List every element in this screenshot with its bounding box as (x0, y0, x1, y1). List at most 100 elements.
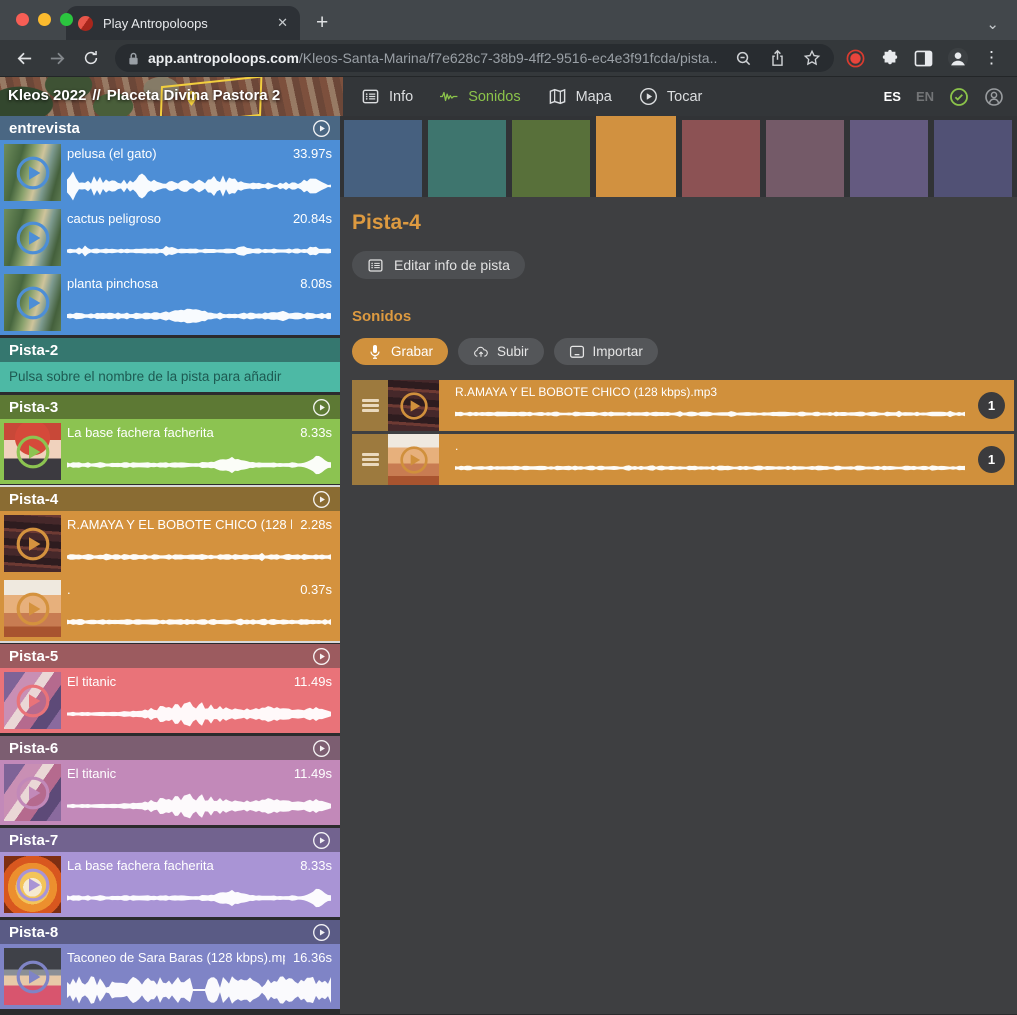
sound-waveform[interactable] (67, 975, 332, 1005)
nav-info[interactable]: Info (361, 87, 413, 106)
track-color-tab-4[interactable] (596, 116, 676, 197)
profile-avatar[interactable] (944, 47, 971, 69)
sound-thumbnail[interactable] (388, 380, 439, 431)
sound-body[interactable]: R.AMAYA Y EL BOBOTE CHICO (128 kbps).mp3… (439, 380, 1014, 431)
panel-sound-row[interactable]: .1 (352, 434, 1014, 485)
sound-waveform[interactable] (455, 456, 966, 480)
sound-item[interactable]: Taconeo de Sara Baras (128 kbps).mp316.3… (0, 944, 340, 1009)
track-color-tab-1[interactable] (344, 120, 422, 197)
browser-tab[interactable]: Play Antropoloops ✕ (66, 6, 300, 40)
sound-waveform[interactable] (67, 883, 332, 913)
sound-waveform[interactable] (67, 171, 332, 201)
sound-thumbnail[interactable] (4, 948, 61, 1005)
track-color-tab-7[interactable] (850, 120, 928, 197)
nav-mapa[interactable]: Mapa (548, 87, 612, 106)
back-button[interactable] (8, 49, 41, 68)
extensions-puzzle-icon[interactable] (876, 49, 903, 67)
window-zoom-button[interactable] (60, 13, 73, 26)
window-close-button[interactable] (16, 13, 29, 26)
grabar-button[interactable]: Grabar (352, 338, 448, 365)
play-overlay-icon (4, 764, 61, 821)
side-panel-icon[interactable] (910, 50, 937, 67)
sound-item[interactable]: La base fachera facherita8.33s (0, 419, 340, 484)
sound-thumbnail[interactable] (4, 856, 61, 913)
nav-tocar[interactable]: Tocar (639, 87, 702, 106)
zoom-out-icon[interactable] (735, 50, 752, 67)
sound-item[interactable]: cactus peligroso20.84s (0, 205, 340, 270)
sound-item[interactable]: planta pinchosa8.08s (0, 270, 340, 335)
track-header-pista-6[interactable]: Pista-6 (0, 736, 340, 760)
play-track-button[interactable] (312, 831, 331, 850)
tab-search-chevron-icon[interactable]: ⌄ (986, 15, 999, 33)
sound-thumbnail[interactable] (4, 515, 61, 572)
play-track-button[interactable] (312, 490, 331, 509)
drag-handle[interactable] (352, 434, 388, 485)
forward-button[interactable] (41, 49, 74, 68)
track-color-tab-2[interactable] (428, 120, 506, 197)
sound-thumbnail[interactable] (4, 764, 61, 821)
sound-waveform[interactable] (455, 402, 966, 426)
play-track-button[interactable] (312, 647, 331, 666)
browser-menu-icon[interactable]: ⋮ (978, 48, 1005, 68)
sound-info: planta pinchosa8.08s (67, 270, 332, 335)
sound-waveform[interactable] (67, 542, 332, 572)
sound-waveform[interactable] (67, 699, 332, 729)
track-color-tab-5[interactable] (682, 120, 760, 197)
track-color-tab-8[interactable] (934, 120, 1012, 197)
sound-thumbnail[interactable] (4, 209, 61, 266)
bookmark-star-icon[interactable] (803, 49, 821, 67)
sound-title: planta pinchosa (67, 276, 158, 291)
track-header-pista-7[interactable]: Pista-7 (0, 828, 340, 852)
sound-thumbnail[interactable] (4, 144, 61, 201)
sound-thumbnail[interactable] (4, 274, 61, 331)
track-header-pista-8[interactable]: Pista-8 (0, 920, 340, 944)
new-tab-button[interactable]: + (316, 12, 328, 33)
play-track-button[interactable] (312, 119, 331, 138)
sound-item[interactable]: .0.37s (0, 576, 340, 641)
sound-duration: 20.84s (293, 211, 332, 226)
account-icon[interactable] (984, 87, 1004, 107)
sound-item[interactable]: pelusa (el gato)33.97s (0, 140, 340, 205)
sound-thumbnail[interactable] (4, 672, 61, 729)
sound-item[interactable]: R.AMAYA Y EL BOBOTE CHICO (128 kbps)....… (0, 511, 340, 576)
sound-waveform[interactable] (67, 301, 332, 331)
track-color-tab-6[interactable] (766, 120, 844, 197)
sound-waveform[interactable] (67, 607, 332, 637)
lang-es-button[interactable]: ES (884, 89, 901, 104)
track-header-pista-3[interactable]: Pista-3 (0, 395, 340, 419)
importar-button[interactable]: Importar (554, 338, 658, 365)
sound-thumbnail[interactable] (4, 423, 61, 480)
sound-waveform[interactable] (67, 450, 332, 480)
play-track-button[interactable] (312, 739, 331, 758)
subir-button[interactable]: Subir (458, 338, 544, 365)
track-header-entrevista[interactable]: entrevista (0, 116, 340, 140)
drag-handle[interactable] (352, 380, 388, 431)
reload-button[interactable] (74, 49, 107, 67)
sound-item[interactable]: El titanic11.49s (0, 760, 340, 825)
record-indicator-icon[interactable] (842, 49, 869, 68)
sound-waveform[interactable] (67, 791, 332, 821)
edit-track-info-button[interactable]: Editar info de pista (352, 251, 525, 279)
nav-sonidos[interactable]: Sonidos (440, 87, 520, 106)
sound-item[interactable]: La base fachera facherita8.33s (0, 852, 340, 917)
sound-item[interactable]: El titanic11.49s (0, 668, 340, 733)
address-bar[interactable]: app.antropoloops.com/Kleos-Santa-Marina/… (115, 44, 834, 72)
project-banner[interactable]: Kleos 2022//Placeta Divina Pastora 2 (0, 77, 343, 116)
sound-waveform[interactable] (67, 236, 332, 266)
tab-close-icon[interactable]: ✕ (269, 15, 288, 31)
sound-thumbnail[interactable] (388, 434, 439, 485)
track-header-pista-5[interactable]: Pista-5 (0, 644, 340, 668)
sound-thumbnail[interactable] (4, 580, 61, 637)
track-header-pista-4[interactable]: Pista-4 (0, 487, 340, 511)
share-icon[interactable] (770, 49, 785, 67)
panel-sound-row[interactable]: R.AMAYA Y EL BOBOTE CHICO (128 kbps).mp3… (352, 380, 1014, 431)
play-track-button[interactable] (312, 398, 331, 417)
track-header-pista-2[interactable]: Pista-2 (0, 338, 340, 362)
window-minimize-button[interactable] (38, 13, 51, 26)
sound-title: . (67, 582, 71, 597)
play-track-button[interactable] (312, 923, 331, 942)
track-color-tab-3[interactable] (512, 120, 590, 197)
sound-body[interactable]: .1 (439, 434, 1014, 485)
track-name: entrevista (9, 120, 80, 137)
lang-en-button[interactable]: EN (916, 89, 934, 104)
